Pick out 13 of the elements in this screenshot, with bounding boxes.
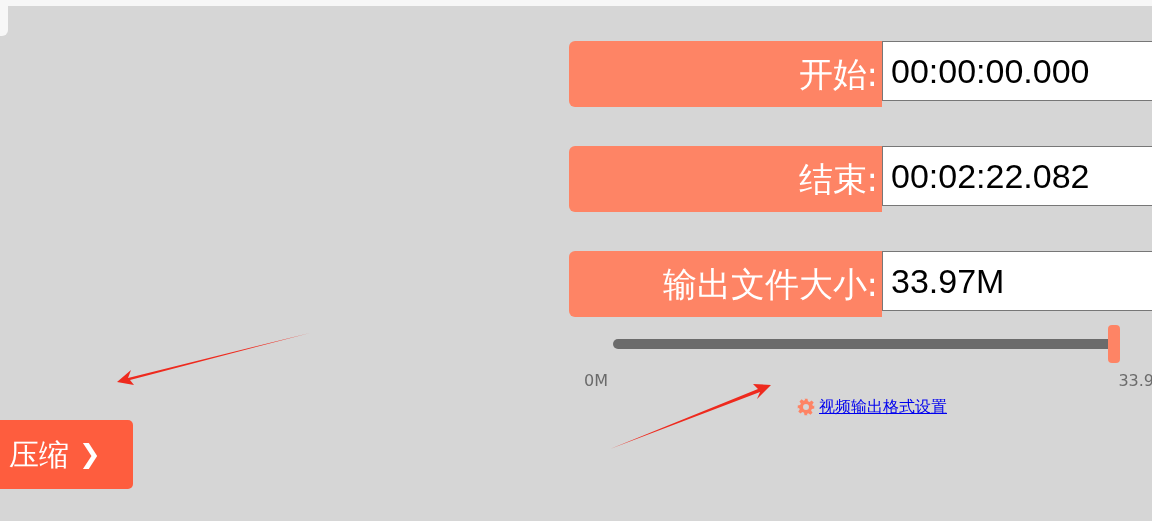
field-label: 开始: (569, 41, 882, 107)
settings-link[interactable]: 视频输出格式设置 (819, 395, 947, 419)
slider-thumb[interactable] (1108, 325, 1120, 363)
chevron-icon: ❯ (79, 435, 101, 474)
slider-max-label: 33.9 (1118, 370, 1152, 392)
slider[interactable] (613, 325, 1120, 363)
slider-min-label: 0M (584, 370, 608, 392)
input-field[interactable]: 00:02:22.082 (882, 146, 1152, 206)
input-field[interactable]: 33.97M (882, 251, 1152, 311)
input-field[interactable]: 00:00:00.000 (882, 41, 1152, 101)
field-label: 结束: (569, 146, 882, 212)
gear-icon (797, 398, 815, 416)
field-label: 输出文件大小: (569, 251, 882, 317)
